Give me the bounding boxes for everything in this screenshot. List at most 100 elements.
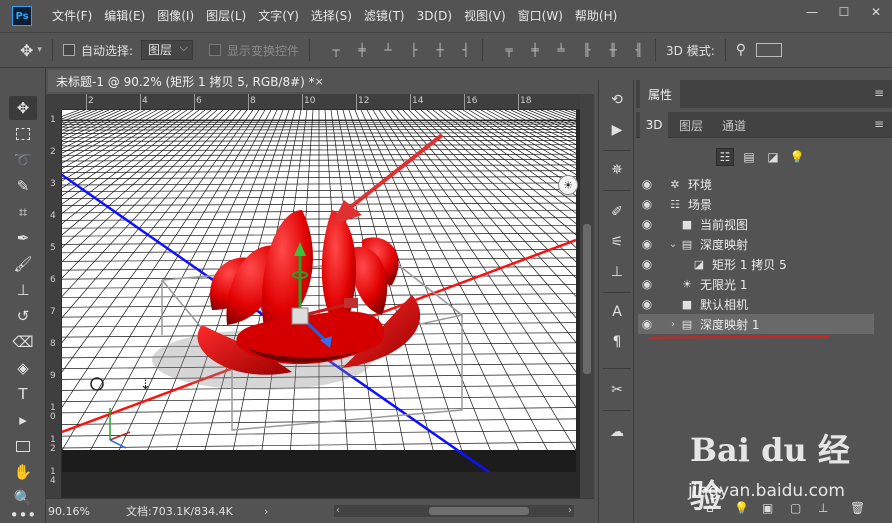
scene-item-4[interactable]: ◉ ◪ 矩形 1 拷贝 5 — [638, 254, 874, 274]
auto-select-dropdown[interactable]: 图层 — [140, 39, 193, 60]
align-right-icon[interactable]: ┤ — [460, 43, 472, 57]
more-tools-icon[interactable]: ••• — [9, 506, 37, 523]
align-left-icon[interactable]: ├ — [408, 43, 420, 57]
menu-item-0[interactable]: 文件(F) — [46, 0, 98, 32]
history-panel-icon[interactable]: ⟲ — [605, 88, 629, 112]
quick-select-tool-icon[interactable]: ✎ — [9, 174, 37, 198]
scroll-left-icon[interactable]: ‹ — [336, 505, 340, 516]
menu-item-9[interactable]: 窗口(W) — [512, 0, 569, 32]
scroll-right-icon[interactable]: › — [568, 505, 572, 516]
status-menu-chevron-icon[interactable]: › — [264, 505, 268, 518]
navigator-panel-icon[interactable]: ✵ — [605, 158, 629, 182]
path-select-tool-icon[interactable]: ▸ — [9, 408, 37, 432]
scene-item-6[interactable]: ◉ ■ 默认相机 — [638, 294, 874, 314]
menu-item-5[interactable]: 选择(S) — [305, 0, 358, 32]
distribute-top-icon[interactable]: ╤ — [503, 43, 515, 57]
move-tool-icon[interactable]: ✥ — [20, 41, 33, 60]
eraser-tool-icon[interactable]: ⌫ — [9, 330, 37, 354]
vertical-scroll-thumb[interactable] — [583, 224, 591, 374]
hand-tool-icon[interactable]: ✋ — [9, 460, 37, 484]
align-bottom-icon[interactable]: ┴ — [382, 43, 394, 57]
minimize-button[interactable]: — — [796, 0, 828, 24]
filter-lights-icon[interactable]: 💡 — [788, 148, 806, 166]
visibility-eye-icon[interactable]: ◉ — [638, 257, 656, 271]
visibility-eye-icon[interactable]: ◉ — [638, 297, 656, 311]
actions-panel-icon[interactable]: ▶ — [605, 118, 629, 142]
brushes-panel-icon[interactable]: ⚟ — [605, 230, 629, 254]
brush-settings-icon[interactable]: ✐ — [605, 200, 629, 224]
distribute-left-icon[interactable]: ╟ — [581, 43, 593, 57]
expand-chevron-icon[interactable]: ⌄ — [668, 239, 678, 250]
marquee-tool-icon[interactable] — [9, 122, 37, 146]
shape-tool-icon[interactable] — [9, 434, 37, 458]
auto-select-checkbox[interactable] — [62, 44, 75, 56]
document-tab[interactable]: 未标题-1 @ 90.2% (矩形 1 拷贝 5, RGB/8#) * × — [48, 70, 324, 92]
visibility-eye-icon[interactable]: ◉ — [638, 237, 656, 251]
tab-3d[interactable]: 3D — [640, 112, 668, 138]
paint-bucket-tool-icon[interactable]: ◈ — [9, 356, 37, 380]
lasso-tool-icon[interactable]: ➰ — [9, 148, 37, 172]
scene-item-7[interactable]: ◉ › ▤ 深度映射 1 — [638, 314, 874, 334]
menu-item-7[interactable]: 3D(D) — [411, 0, 458, 32]
vertical-ruler[interactable]: 1 2 3 4 5 6 7 8 9 1 0 1 2 1 4 — [46, 110, 62, 498]
tool-preset-chevron-icon[interactable]: ▾ — [37, 45, 42, 55]
scene-item-0[interactable]: ◉ ✲ 环境 — [638, 174, 874, 194]
visibility-eye-icon[interactable]: ◉ — [638, 177, 656, 191]
scene-item-5[interactable]: ◉ ☀ 无限光 1 — [638, 274, 874, 294]
scene-item-3[interactable]: ◉ ⌄ ▤ 深度映射 — [638, 234, 874, 254]
canvas-area[interactable]: ⇣ — [62, 110, 580, 498]
distribute-bottom-icon[interactable]: ╧ — [555, 43, 567, 57]
scene-item-1[interactable]: ◉ ☷ 场景 — [638, 194, 874, 214]
document-canvas[interactable]: ⇣ — [62, 110, 576, 472]
menu-item-8[interactable]: 视图(V) — [458, 0, 512, 32]
visibility-eye-icon[interactable]: ◉ — [638, 277, 656, 291]
panel-menu-icon[interactable]: ≡ — [874, 117, 884, 131]
tab-channels[interactable]: 通道 — [714, 112, 754, 138]
tool-presets-icon[interactable]: ✂ — [605, 378, 629, 402]
visibility-eye-icon[interactable]: ◉ — [638, 197, 656, 211]
distribute-right-icon[interactable]: ╢ — [633, 43, 645, 57]
character-panel-icon[interactable]: A — [605, 300, 629, 324]
horizontal-scrollbar[interactable]: ‹ › — [334, 505, 574, 517]
move-tool-icon[interactable]: ✥ — [9, 96, 37, 120]
light-widget-icon[interactable]: ☀ — [558, 175, 578, 195]
distribute-hcenter-icon[interactable]: ╫ — [607, 43, 619, 57]
filter-meshes-icon[interactable]: ▤ — [740, 148, 758, 166]
clone-source-icon[interactable]: ⊥ — [605, 260, 629, 284]
menu-item-1[interactable]: 编辑(E) — [98, 0, 151, 32]
crop-tool-icon[interactable]: ⌗ — [9, 200, 37, 224]
stamp-tool-icon[interactable]: ⊥ — [9, 278, 37, 302]
align-hcenter-icon[interactable]: ┼ — [434, 43, 446, 57]
filter-whole-scene-icon[interactable]: ☷ — [716, 148, 734, 166]
properties-tab[interactable]: 属性 — [640, 80, 680, 108]
menu-item-6[interactable]: 滤镜(T) — [358, 0, 411, 32]
visibility-eye-icon[interactable]: ◉ — [638, 317, 656, 331]
brush-tool-icon[interactable]: 🖌 — [9, 252, 37, 276]
restore-button[interactable]: ☐ — [828, 0, 860, 24]
menu-item-3[interactable]: 图层(L) — [200, 0, 252, 32]
scene-item-2[interactable]: ◉ ■ 当前视图 — [638, 214, 874, 234]
tab-layers[interactable]: 图层 — [672, 112, 710, 138]
close-window-button[interactable]: ✕ — [860, 0, 892, 24]
eyedropper-tool-icon[interactable]: ✒ — [9, 226, 37, 250]
workspace-icon[interactable] — [756, 43, 782, 57]
menu-item-4[interactable]: 文字(Y) — [252, 0, 305, 32]
expand-chevron-icon[interactable]: › — [668, 319, 678, 330]
3d-scene[interactable]: ⇣ — [62, 110, 576, 472]
history-brush-tool-icon[interactable]: ↺ — [9, 304, 37, 328]
libraries-panel-icon[interactable]: ☁ — [605, 420, 629, 444]
horizontal-scroll-thumb[interactable] — [429, 507, 529, 515]
visibility-eye-icon[interactable]: ◉ — [638, 217, 656, 231]
filter-materials-icon[interactable]: ◪ — [764, 148, 782, 166]
align-top-icon[interactable]: ┬ — [330, 43, 342, 57]
menu-item-10[interactable]: 帮助(H) — [569, 0, 623, 32]
close-tab-icon[interactable]: × — [315, 75, 324, 88]
type-tool-icon[interactable]: T — [9, 382, 37, 406]
horizontal-ruler[interactable]: 2 4 6 8 10 12 14 16 18 — [62, 94, 580, 110]
distribute-vcenter-icon[interactable]: ╪ — [529, 43, 541, 57]
properties-menu-icon[interactable]: ≡ — [874, 86, 884, 100]
menu-item-2[interactable]: 图像(I) — [151, 0, 200, 32]
zoom-level[interactable]: 90.16% — [48, 505, 108, 518]
align-vcenter-icon[interactable]: ╪ — [356, 43, 368, 57]
paragraph-panel-icon[interactable]: ¶ — [605, 330, 629, 354]
